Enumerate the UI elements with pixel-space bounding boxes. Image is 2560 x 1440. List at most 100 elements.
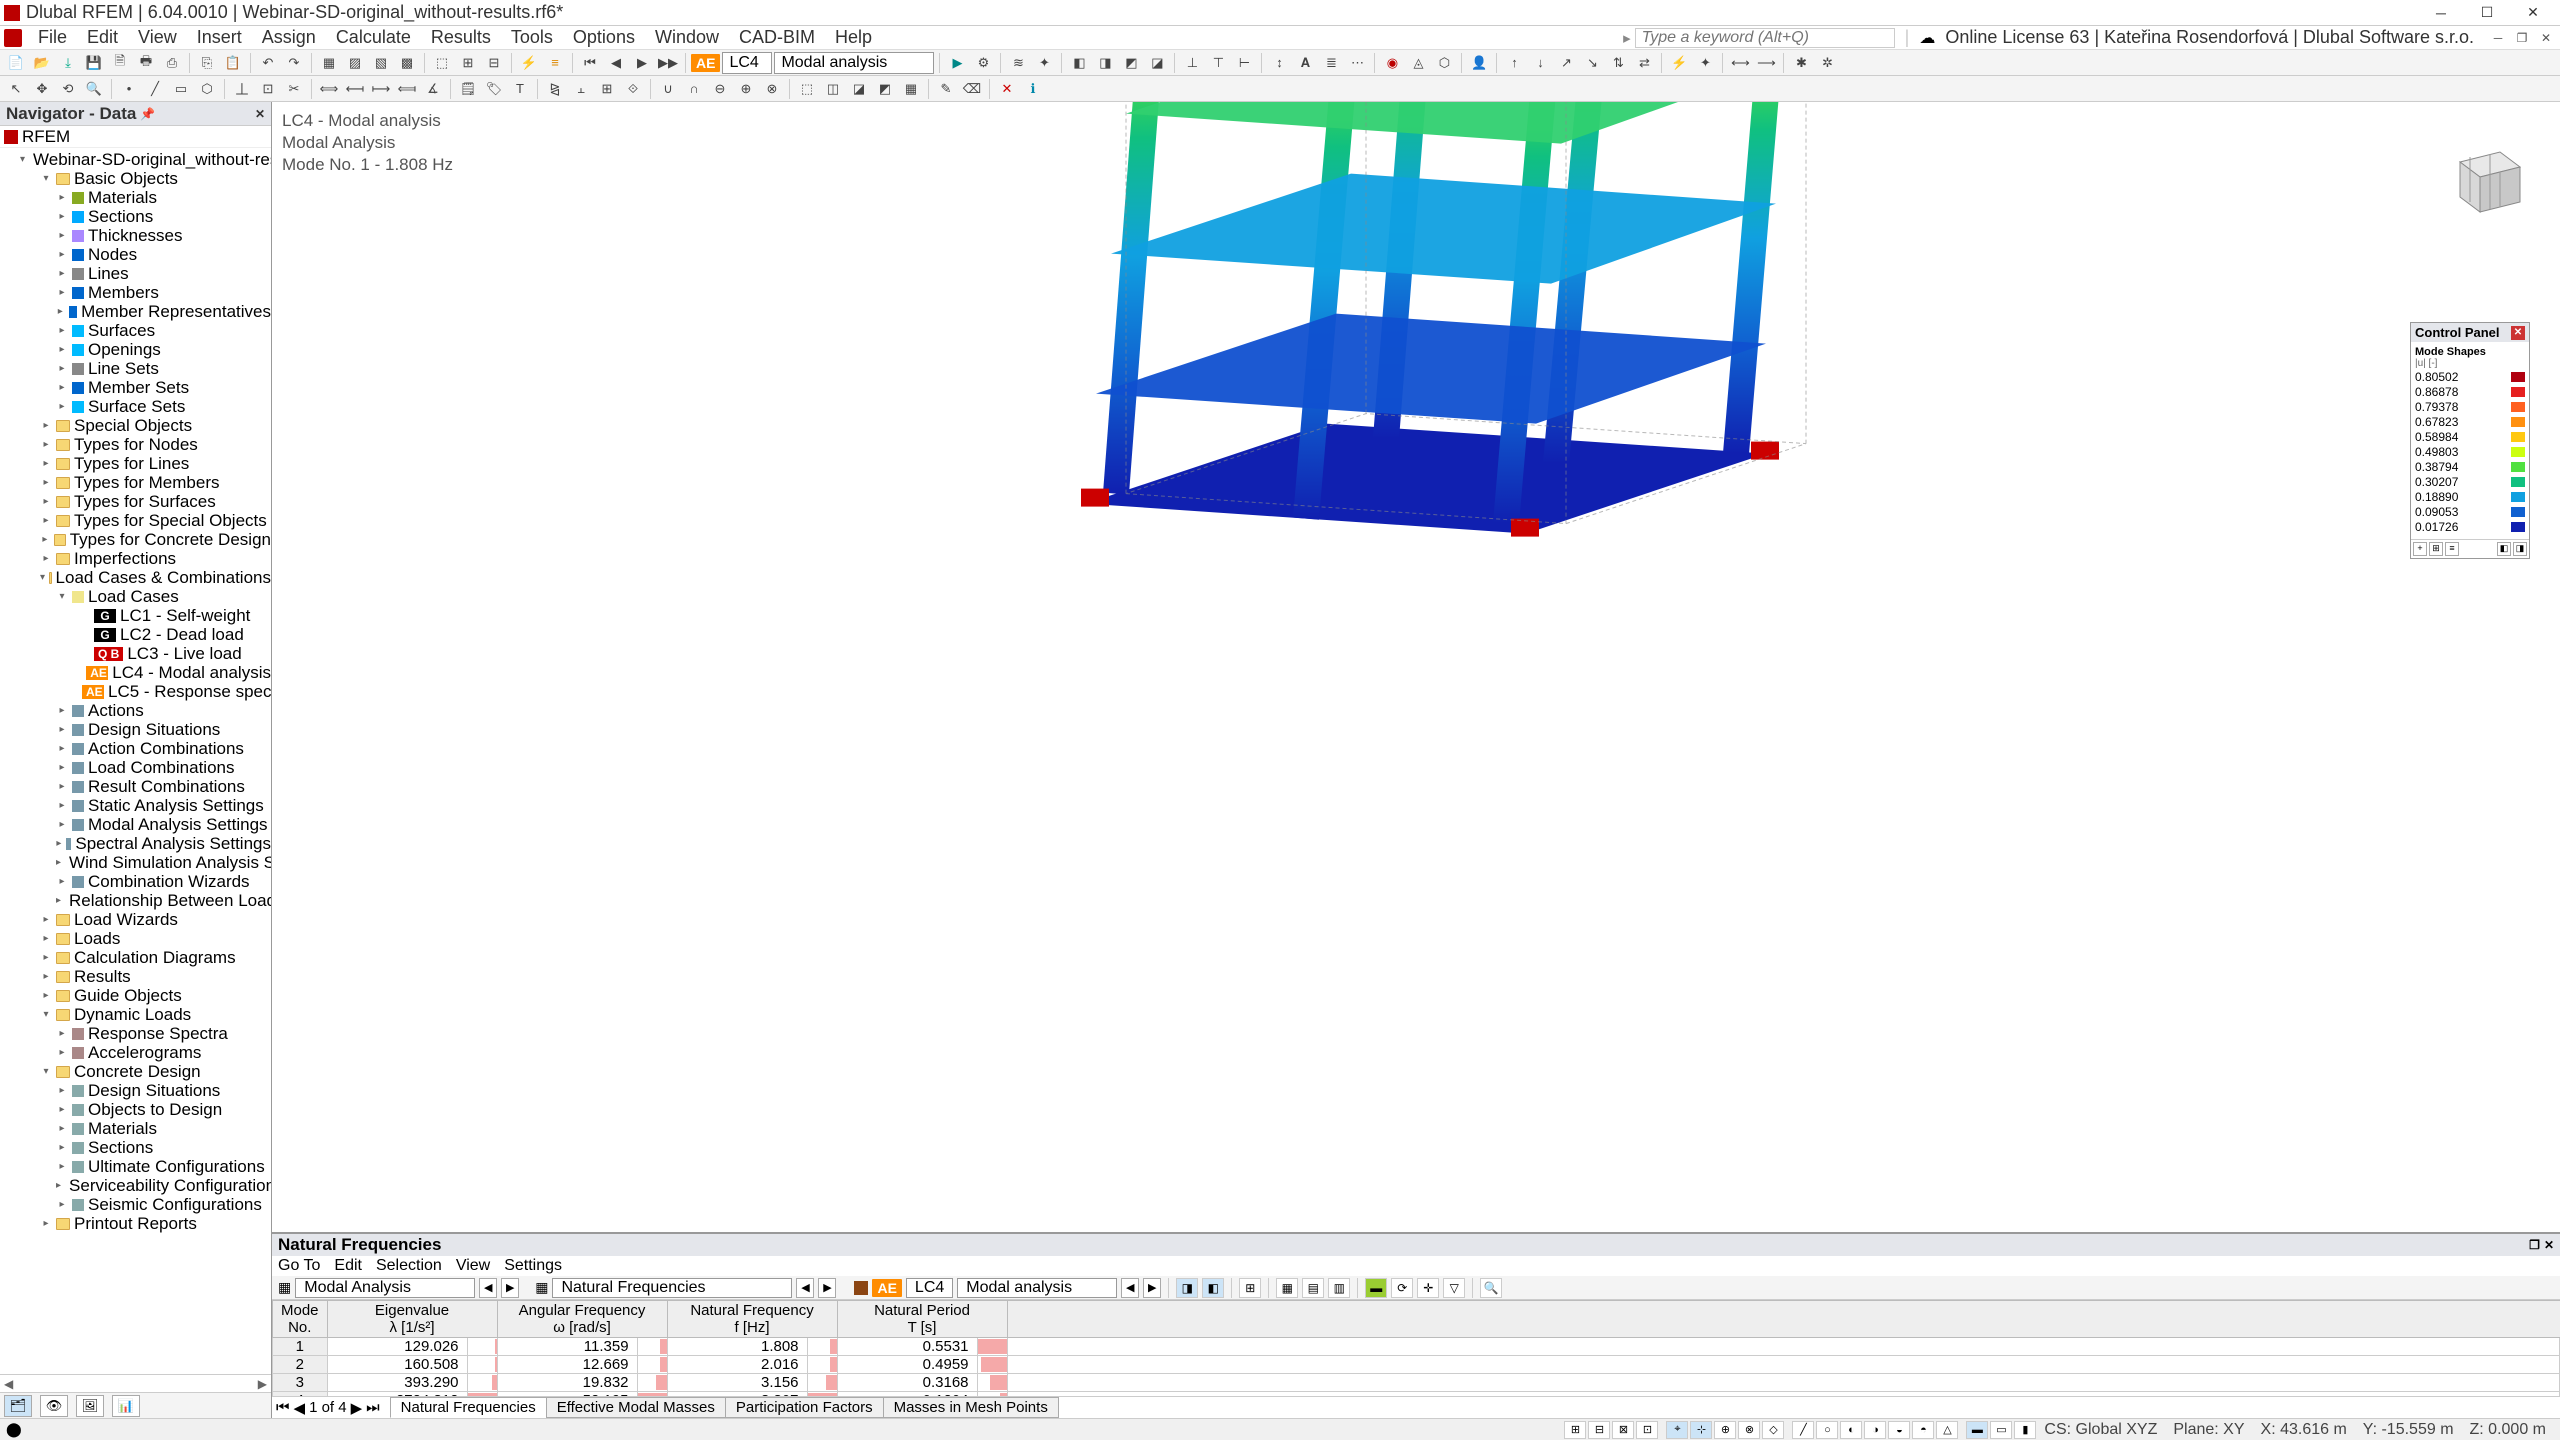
sb-snap3-button[interactable]: ⊕ — [1714, 1421, 1736, 1439]
grp3-button[interactable]: ◪ — [847, 78, 871, 100]
tree-cd-objects-to-design[interactable]: ▸Objects to Design — [0, 1100, 271, 1119]
arrow6-button[interactable]: ⇄ — [1632, 52, 1656, 74]
nav-tab-data[interactable]: 🗂 — [4, 1395, 32, 1417]
result4-button[interactable]: ◪ — [1145, 52, 1169, 74]
tree-lc5-response-spectrum[interactable]: AELC5 - Response spectrum — [0, 682, 271, 701]
view-shaded-button[interactable]: ▧ — [369, 52, 393, 74]
bp-grid1-button[interactable]: ▦ — [1276, 1278, 1298, 1298]
view-wireframe-button[interactable]: ▦ — [317, 52, 341, 74]
copy-button[interactable]: ⎘ — [195, 52, 219, 74]
paste-button[interactable]: 📋 — [221, 52, 245, 74]
tree-lc3-live-load[interactable]: Q BLC3 - Live load — [0, 644, 271, 663]
bp-menu-selection[interactable]: Selection — [376, 1257, 442, 1275]
grp2-button[interactable]: ◫ — [821, 78, 845, 100]
bp-maximize-button[interactable]: ❐ — [2529, 1238, 2540, 1252]
sb-snap2-button[interactable]: ⊹ — [1690, 1421, 1712, 1439]
window-single-button[interactable]: ⬚ — [430, 52, 454, 74]
sb-snap4-button[interactable]: ⊗ — [1738, 1421, 1760, 1439]
tree-load-wizards[interactable]: ▸Load Wizards — [0, 910, 271, 929]
tree-design-situations[interactable]: ▸Design Situations — [0, 720, 271, 739]
offset-button[interactable]: ⫠ — [569, 78, 593, 100]
design2-button[interactable]: ◬ — [1406, 52, 1430, 74]
cp-btn-2[interactable]: ⊞ — [2429, 542, 2443, 556]
redo-button[interactable]: ↷ — [282, 52, 306, 74]
tree-modal-analysis-settings[interactable]: ▸Modal Analysis Settings — [0, 815, 271, 834]
bp-nav-next1[interactable]: ▶ — [501, 1278, 519, 1298]
menu-assign[interactable]: Assign — [252, 27, 326, 48]
tree-openings[interactable]: ▸Openings — [0, 340, 271, 359]
label-button[interactable]: 🏷 — [482, 78, 506, 100]
tree-lines[interactable]: ▸Lines — [0, 264, 271, 283]
edit1-button[interactable]: ✎ — [934, 78, 958, 100]
dim-button[interactable]: ⟷ — [1728, 52, 1752, 74]
zoom-button[interactable]: 🔍 — [82, 78, 106, 100]
view-cube[interactable] — [2440, 132, 2530, 222]
text-button[interactable]: 𝐀 — [1293, 52, 1317, 74]
bp-mode1-button[interactable]: ◨ — [1176, 1278, 1198, 1298]
view-render-button[interactable]: ▩ — [395, 52, 419, 74]
tree-sections[interactable]: ▸Sections — [0, 207, 271, 226]
rect-button[interactable]: ▭ — [169, 78, 193, 100]
tree-action-combinations[interactable]: ▸Action Combinations — [0, 739, 271, 758]
tree-spectral-analysis-settings[interactable]: ▸Spectral Analysis Settings — [0, 834, 271, 853]
calc-all-button[interactable]: ⚙ — [971, 52, 995, 74]
tree-surface-sets[interactable]: ▸Surface Sets — [0, 397, 271, 416]
cut-button[interactable]: ✂ — [282, 78, 306, 100]
sb-snap1-button[interactable]: ⌖ — [1666, 1421, 1688, 1439]
bp-tab-effective-modal-masses[interactable]: Effective Modal Masses — [546, 1397, 726, 1418]
save-button[interactable]: 💾 — [82, 52, 106, 74]
tree-calculation-diagrams[interactable]: ▸Calculation Diagrams — [0, 948, 271, 967]
tree-printout-reports[interactable]: ▸Printout Reports — [0, 1214, 271, 1233]
sb-disp3-button[interactable]: ▮ — [2014, 1421, 2036, 1439]
cp-btn-5[interactable]: ◨ — [2513, 542, 2527, 556]
poly-button[interactable]: ⬡ — [195, 78, 219, 100]
dim-sel-button[interactable]: ⟻ — [343, 78, 367, 100]
note-button[interactable]: 🗒 — [456, 78, 480, 100]
tree-types-for-special-objects[interactable]: ▸Types for Special Objects — [0, 511, 271, 530]
bp-analysis2-dropdown[interactable]: Modal analysis — [957, 1278, 1117, 1298]
diagram2-button[interactable]: ⊤ — [1206, 52, 1230, 74]
doc-close-button[interactable]: ✕ — [2536, 28, 2556, 48]
arrow3-button[interactable]: ↗ — [1554, 52, 1578, 74]
tree-static-analysis-settings[interactable]: ▸Static Analysis Settings — [0, 796, 271, 815]
angle-button[interactable]: ∡ — [421, 78, 445, 100]
bool2-button[interactable]: ∩ — [682, 78, 706, 100]
bp-tab-natural-frequencies[interactable]: Natural Frequencies — [390, 1397, 547, 1418]
sb-view2-button[interactable]: ⊟ — [1588, 1421, 1610, 1439]
new-button[interactable]: 📄 — [4, 52, 28, 74]
window-quad-button[interactable]: ⊟ — [482, 52, 506, 74]
menu-tools[interactable]: Tools — [501, 27, 563, 48]
scroll-right[interactable]: ▶ — [258, 1377, 267, 1391]
tree-loads[interactable]: ▸Loads — [0, 929, 271, 948]
tree-member-representatives[interactable]: ▸Member Representatives — [0, 302, 271, 321]
bp-mode2-button[interactable]: ◧ — [1202, 1278, 1224, 1298]
arrow2-button[interactable]: ↓ — [1528, 52, 1552, 74]
close-button[interactable]: ✕ — [2510, 1, 2556, 25]
bp-lc-dropdown[interactable]: LC4 — [906, 1278, 953, 1298]
tree-cd-sections[interactable]: ▸Sections — [0, 1138, 271, 1157]
tree-types-for-concrete-design[interactable]: ▸Types for Concrete Design — [0, 530, 271, 549]
navigator-close-button[interactable]: ✕ — [255, 107, 265, 121]
table-row[interactable]: 2 160.508 12.669 2.016 0.4959 — [273, 1356, 2560, 1374]
window-split-button[interactable]: ⊞ — [456, 52, 480, 74]
bool5-button[interactable]: ⊗ — [760, 78, 784, 100]
bp-filter-button[interactable]: ▽ — [1443, 1278, 1465, 1298]
grp1-button[interactable]: ⬚ — [795, 78, 819, 100]
bp-tab-next-button[interactable]: ▶ — [351, 1399, 363, 1417]
keyword-search-input[interactable] — [1635, 28, 1895, 48]
arrow1-button[interactable]: ↑ — [1502, 52, 1526, 74]
array-button[interactable]: ⊞ — [595, 78, 619, 100]
sb-mode6-button[interactable]: ◓ — [1912, 1421, 1934, 1439]
bp-menu-settings[interactable]: Settings — [504, 1257, 562, 1275]
bp-tab-masses-in-mesh-points[interactable]: Masses in Mesh Points — [883, 1397, 1059, 1418]
tree-line-sets[interactable]: ▸Line Sets — [0, 359, 271, 378]
tree-materials[interactable]: ▸Materials — [0, 188, 271, 207]
tree-cd-seismic-configurations[interactable]: ▸Seismic Configurations — [0, 1195, 271, 1214]
spark-button[interactable]: ✦ — [1693, 52, 1717, 74]
menu-help[interactable]: Help — [825, 27, 882, 48]
bp-color-button[interactable]: ▬ — [1365, 1278, 1387, 1298]
sb-mode7-button[interactable]: △ — [1936, 1421, 1958, 1439]
print-preview-button[interactable]: ⎙ — [160, 52, 184, 74]
bp-grid3-button[interactable]: ▥ — [1328, 1278, 1350, 1298]
bp-pick-button[interactable]: ✛ — [1417, 1278, 1439, 1298]
